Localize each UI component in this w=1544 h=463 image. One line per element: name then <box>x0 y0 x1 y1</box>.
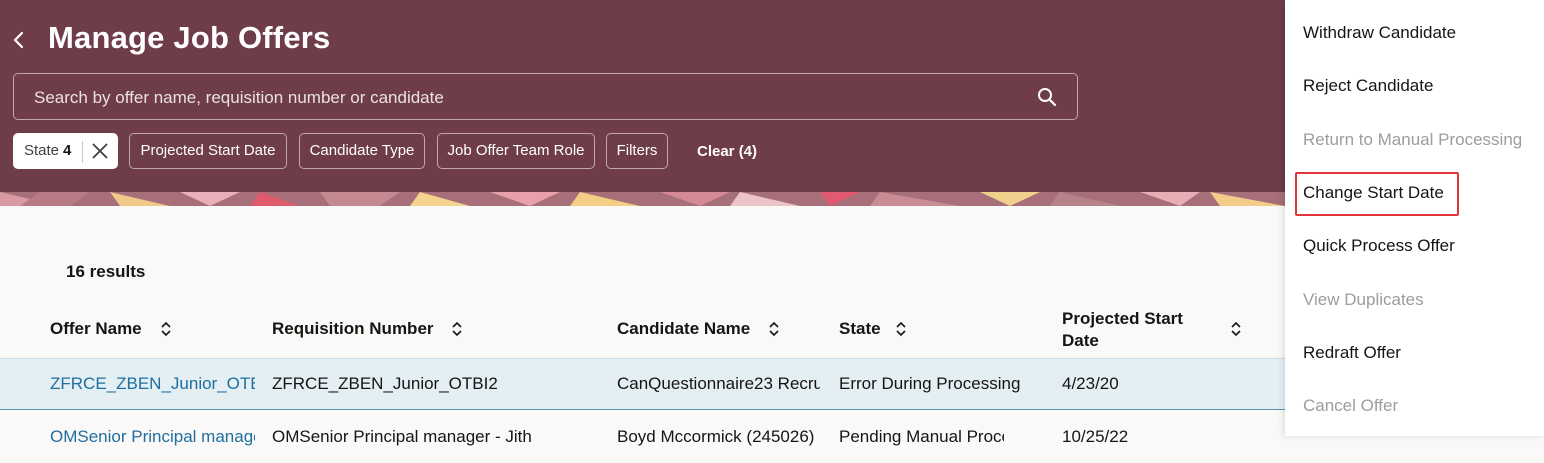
decorative-banner <box>0 192 1285 206</box>
back-arrow-icon[interactable] <box>10 28 28 52</box>
requisition-number: OMSenior Principal manager - Jith <box>272 427 532 446</box>
close-icon[interactable] <box>91 142 109 160</box>
requisition-number: ZFRCE_ZBEN_Junior_OTBI2 <box>272 374 498 393</box>
filters-chip[interactable]: Filters <box>606 133 668 169</box>
highlight-box <box>1295 172 1459 216</box>
sort-icon[interactable] <box>1230 321 1242 337</box>
candidate-name: CanQuestionnaire23 Recruiting <box>617 374 820 393</box>
offer-name-link[interactable]: OMSenior Principal manager <box>50 427 255 447</box>
job-offer-team-role-chip[interactable]: Job Offer Team Role <box>437 133 595 169</box>
sort-icon[interactable] <box>451 321 463 337</box>
menu-item-cancel-offer: Cancel Offer <box>1303 396 1399 415</box>
offer-state: Pending Manual Processing <box>839 427 1004 446</box>
candidate-name: Boyd Mccormick (245026) <box>617 427 815 446</box>
projected-start-date: 4/23/20 <box>1062 374 1119 393</box>
column-header-offer-name[interactable]: Offer Name <box>50 319 142 339</box>
clear-filters-button[interactable]: Clear (4) <box>697 143 757 160</box>
menu-item-return-to-manual-processing: Return to Manual Processing <box>1303 130 1523 149</box>
sort-icon[interactable] <box>895 321 907 337</box>
results-count: 16 results <box>66 262 146 281</box>
column-header-projected-start-date[interactable]: Projected Start Date <box>1062 308 1202 352</box>
chip-divider <box>82 141 83 163</box>
state-chip-label: State <box>24 142 60 159</box>
actions-menu: Withdraw Candidate Reject Candidate Retu… <box>1285 0 1544 436</box>
search-box[interactable] <box>13 73 1078 121</box>
menu-item-redraft-offer[interactable]: Redraft Offer <box>1303 343 1401 363</box>
projected-start-date: 10/25/22 <box>1062 427 1129 446</box>
table-row[interactable]: ZFRCE_ZBEN_Junior_OTBI2 ZFRCE_ZBEN_Junio… <box>0 358 1285 410</box>
sort-icon[interactable] <box>768 321 780 337</box>
column-header-requisition-number[interactable]: Requisition Number <box>272 319 434 339</box>
menu-item-reject-candidate[interactable]: Reject Candidate <box>1303 76 1433 96</box>
page-header: Manage Job Offers State 4 Projected Star… <box>0 0 1285 206</box>
state-chip-count: 4 <box>63 142 72 159</box>
search-input[interactable] <box>32 74 1026 121</box>
state-filter-chip[interactable]: State 4 <box>13 133 118 169</box>
offer-state: Error During Processing <box>839 374 1021 393</box>
search-icon[interactable] <box>1037 87 1057 107</box>
menu-item-quick-process-offer[interactable]: Quick Process Offer <box>1303 236 1455 256</box>
table-row[interactable]: OMSenior Principal manager OMSenior Prin… <box>0 411 1285 463</box>
sort-icon[interactable] <box>160 321 172 337</box>
offer-name-link[interactable]: ZFRCE_ZBEN_Junior_OTBI2 <box>50 374 255 394</box>
page-title: Manage Job Offers <box>48 20 331 55</box>
candidate-type-chip[interactable]: Candidate Type <box>299 133 425 169</box>
menu-item-view-duplicates: View Duplicates <box>1303 290 1424 309</box>
menu-item-withdraw-candidate[interactable]: Withdraw Candidate <box>1303 23 1456 43</box>
projected-start-date-chip[interactable]: Projected Start Date <box>129 133 287 169</box>
column-header-candidate-name[interactable]: Candidate Name <box>617 319 750 339</box>
column-header-state[interactable]: State <box>839 319 881 339</box>
